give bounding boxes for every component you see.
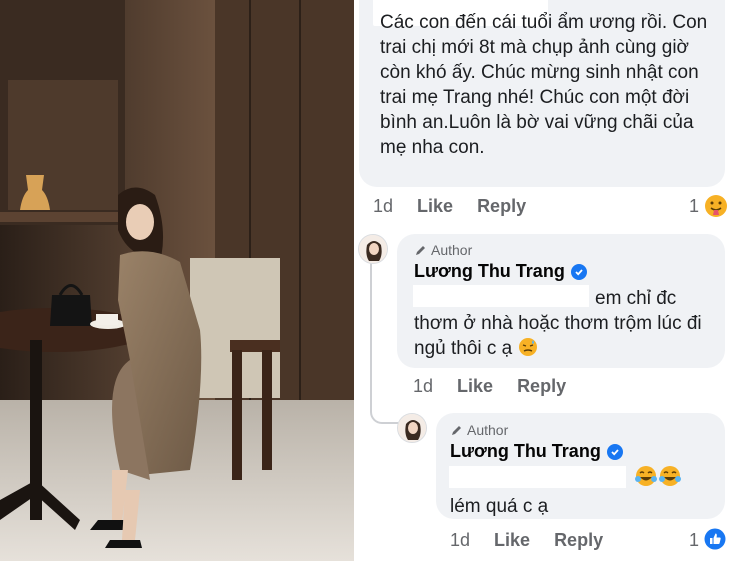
commenter-name-label[interactable]: Lương Thu Trang [450, 441, 601, 462]
reply-actions: 1d Like Reply [413, 376, 566, 397]
author-badge: Author [414, 242, 472, 258]
avatar[interactable] [397, 413, 427, 443]
avatar[interactable] [358, 234, 388, 264]
reply-time[interactable]: 1d [413, 376, 433, 397]
comment-time[interactable]: 1d [373, 196, 393, 217]
reaction-count[interactable]: 1 [689, 530, 699, 551]
laugh-tears-emoji-icon [635, 466, 681, 486]
like-button[interactable]: Like [457, 376, 493, 397]
comment-thread: Các con đến cái tuổi ẩm ương rồi. Con tr… [354, 0, 740, 561]
author-tag-label: Author [467, 422, 509, 438]
reply-time[interactable]: 1d [450, 530, 470, 551]
reply-bubble: Author Lương Thu Trang lém quá c ạ [436, 413, 725, 519]
redacted-mention [449, 466, 626, 488]
photo-woman-sitting [0, 0, 354, 561]
reply-actions: 1d Like Reply [450, 530, 603, 551]
photo-illustration [0, 0, 354, 561]
reaction-count[interactable]: 1 [689, 196, 699, 217]
commenter-name[interactable]: Lương Thu Trang [414, 261, 587, 282]
hug-emoji-icon[interactable] [704, 194, 728, 218]
author-badge: Author [450, 422, 508, 438]
reply-button[interactable]: Reply [517, 376, 566, 397]
like-thumb-icon[interactable] [704, 528, 726, 550]
commenter-name[interactable]: Lương Thu Trang [450, 441, 623, 462]
reply-button[interactable]: Reply [554, 530, 603, 551]
like-button[interactable]: Like [417, 196, 453, 217]
author-tag-label: Author [431, 242, 473, 258]
reply-text-content: em chỉ đc thơm ở nhà hoặc thơm trộm lúc … [414, 288, 702, 359]
comment-actions: 1d Like Reply [373, 196, 526, 217]
like-button[interactable]: Like [494, 530, 530, 551]
verified-badge-icon [606, 443, 623, 460]
reply-button[interactable]: Reply [477, 196, 526, 217]
reply-bubble: Author Lương Thu Trang em chỉ đc thơm ở … [397, 234, 725, 368]
pencil-icon [452, 425, 461, 435]
comment-text: Các con đến cái tuổi ẩm ương rồi. Con tr… [380, 12, 708, 158]
sad-sweat-emoji-icon [518, 338, 537, 356]
pencil-icon [416, 245, 425, 255]
comment-bubble: Các con đến cái tuổi ẩm ương rồi. Con tr… [359, 0, 725, 187]
reply-text-content: lém quá c ạ [450, 496, 549, 517]
reply-text: em chỉ đc thơm ở nhà hoặc thơm trộm lúc … [414, 286, 719, 361]
thread-connector [370, 262, 398, 424]
commenter-name-label[interactable]: Lương Thu Trang [414, 261, 565, 282]
verified-badge-icon [570, 263, 587, 280]
